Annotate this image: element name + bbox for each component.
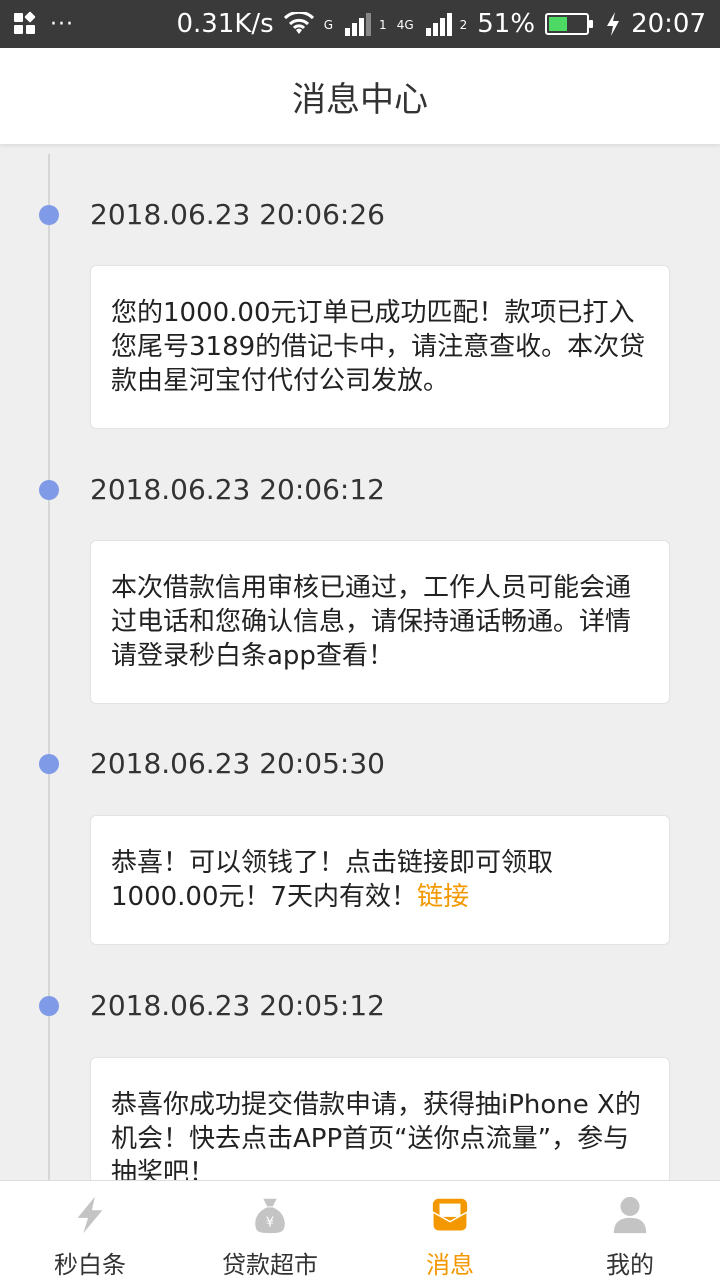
message-time: 2018.06.23 20:05:30 bbox=[90, 747, 385, 780]
nav-item-mine[interactable]: 我的 bbox=[540, 1181, 720, 1280]
network-type-4g: 4G bbox=[396, 18, 414, 32]
svg-text:¥: ¥ bbox=[266, 1215, 274, 1230]
money-bag-icon: ¥ bbox=[255, 1198, 285, 1234]
network-speed: 0.31K/s bbox=[176, 9, 274, 39]
nav-label: 贷款超市 bbox=[222, 1251, 318, 1279]
message-card[interactable]: 恭喜你成功提交借款申请，获得抽iPhone X的机会！快去点击APP首页“送你点… bbox=[90, 1057, 670, 1180]
timeline-dot bbox=[39, 996, 59, 1016]
message-card[interactable]: 本次借款信用审核已通过，工作人员可能会通过电话和您确认信息，请保持通话畅通。详情… bbox=[90, 540, 670, 704]
lightning-icon bbox=[77, 1196, 103, 1234]
battery-percent: 51% bbox=[477, 9, 536, 39]
message-text: 您的1000.00元订单已成功匹配！款项已打入您尾号3189的借记卡中，请注意查… bbox=[111, 298, 646, 396]
message-time: 2018.06.23 20:06:12 bbox=[90, 473, 385, 506]
sim1-label: 1 bbox=[379, 18, 387, 32]
user-icon bbox=[613, 1196, 647, 1234]
timeline-dot bbox=[39, 754, 59, 774]
page-title: 消息中心 bbox=[292, 79, 428, 120]
signal-sim2-icon bbox=[425, 13, 452, 36]
header: 消息中心 bbox=[0, 48, 720, 144]
claim-link[interactable]: 链接 bbox=[417, 882, 469, 912]
clock: 20:07 bbox=[631, 9, 706, 39]
sim2-label: 2 bbox=[459, 18, 468, 32]
wifi-icon bbox=[283, 12, 314, 34]
nav-label: 秒白条 bbox=[54, 1251, 126, 1279]
signal-sim1-icon bbox=[345, 13, 372, 36]
message-card[interactable]: 您的1000.00元订单已成功匹配！款项已打入您尾号3189的借记卡中，请注意查… bbox=[90, 265, 670, 429]
message-text: 恭喜！可以领钱了！点击链接即可领取1000.00元！7天内有效！ bbox=[111, 848, 554, 912]
message-time: 2018.06.23 20:05:12 bbox=[90, 989, 385, 1022]
message-text: 本次借款信用审核已通过，工作人员可能会通过电话和您确认信息，请保持通话畅通。详情… bbox=[111, 573, 632, 671]
timeline-dot bbox=[39, 205, 59, 225]
battery-icon bbox=[545, 13, 594, 35]
message-time: 2018.06.23 20:06:26 bbox=[90, 198, 385, 231]
more-notifications-icon: ··· bbox=[50, 11, 74, 37]
timeline-dot bbox=[39, 480, 59, 500]
status-bar: ··· 0.31K/s G 1 4G 2 51% 20:07 bbox=[0, 0, 720, 48]
nav-label: 我的 bbox=[606, 1251, 654, 1279]
app-grid-icon bbox=[14, 11, 36, 35]
bottom-nav: 秒白条 ¥ 贷款超市 消息 我的 bbox=[0, 1180, 720, 1280]
message-envelope-icon bbox=[432, 1198, 468, 1232]
nav-label: 消息 bbox=[426, 1251, 474, 1279]
message-timeline[interactable]: 2018.06.23 20:06:26 您的1000.00元订单已成功匹配！款项… bbox=[0, 144, 720, 1180]
nav-item-messages[interactable]: 消息 bbox=[360, 1181, 540, 1280]
network-type-g: G bbox=[323, 18, 334, 32]
message-text: 恭喜你成功提交借款申请，获得抽iPhone X的机会！快去点击APP首页“送你点… bbox=[111, 1090, 641, 1180]
nav-item-loan-market[interactable]: ¥ 贷款超市 bbox=[180, 1181, 360, 1280]
message-card[interactable]: 恭喜！可以领钱了！点击链接即可领取1000.00元！7天内有效！链接 bbox=[90, 815, 670, 945]
timeline-line bbox=[48, 154, 50, 1180]
charging-icon bbox=[607, 12, 620, 36]
nav-item-miaobaitiao[interactable]: 秒白条 bbox=[0, 1181, 180, 1280]
